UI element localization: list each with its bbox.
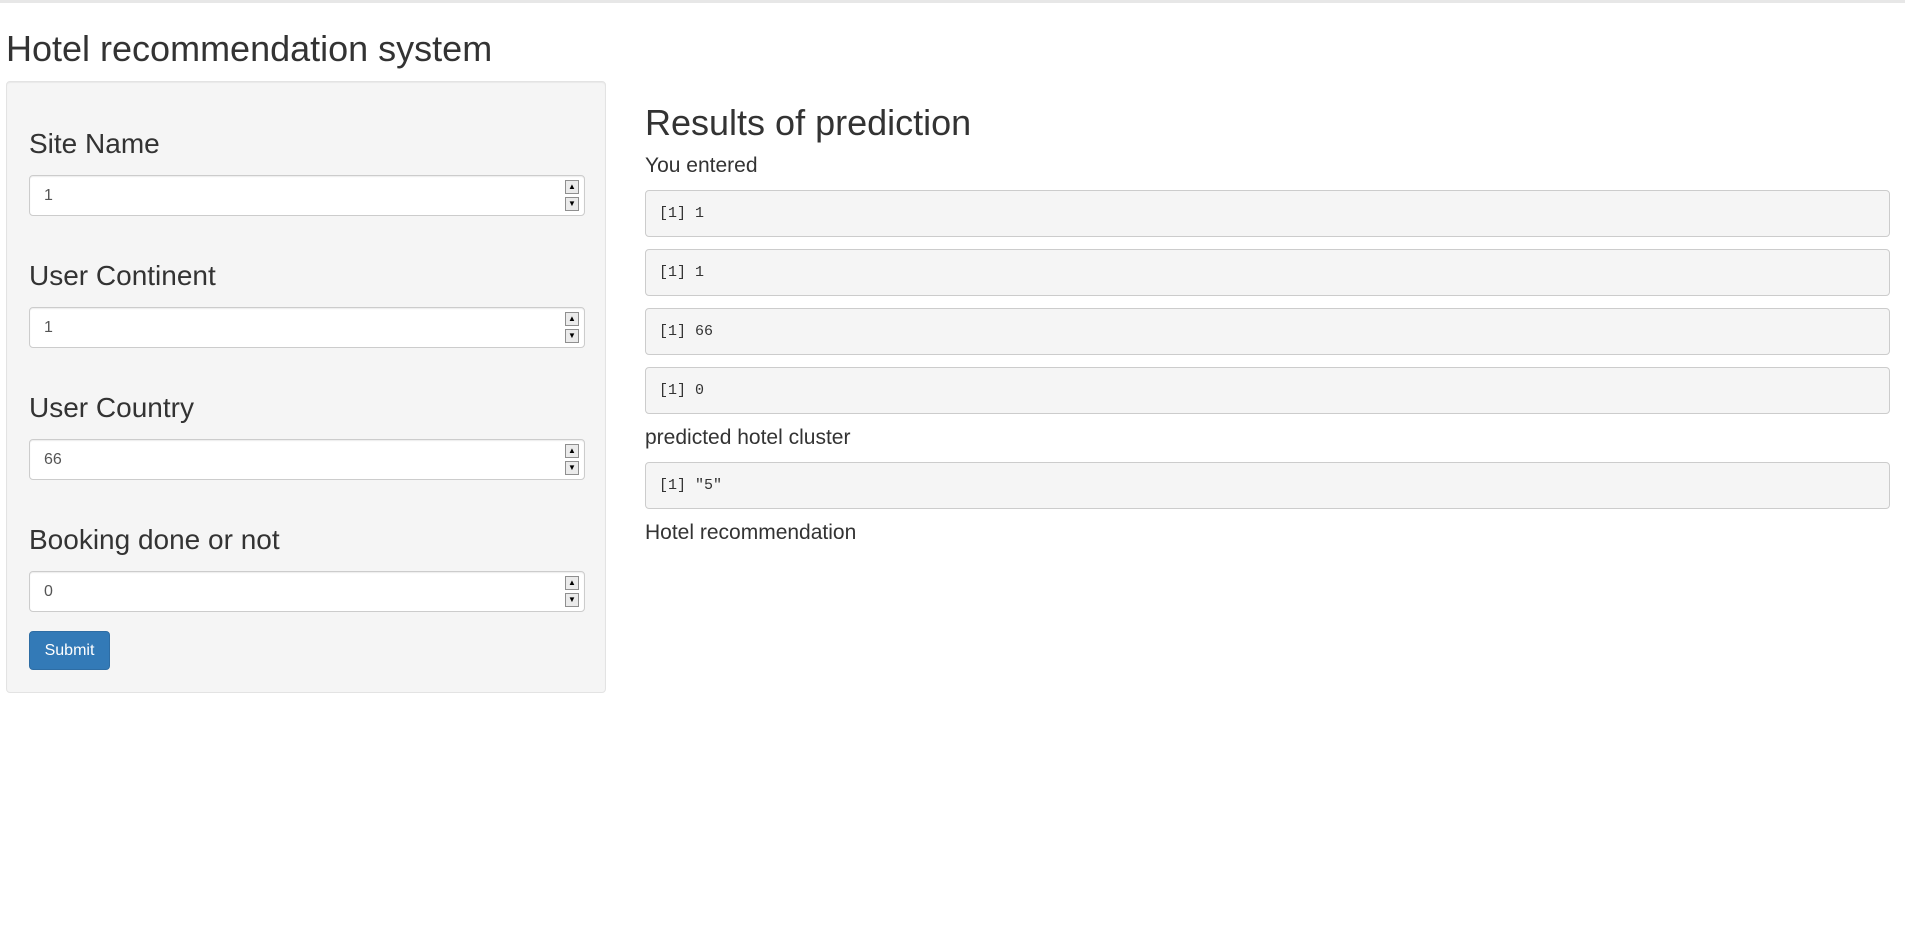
user-continent-spinner: ▲ ▼ [565, 312, 579, 343]
site-name-field: Site Name 1 ▲ ▼ [29, 127, 585, 216]
booking-spinner: ▲ ▼ [565, 576, 579, 607]
user-country-input[interactable]: 66 ▲ ▼ [29, 439, 585, 480]
page: Hotel recommendation system Site Name 1 … [0, 0, 1905, 949]
cluster-label: predicted hotel cluster [645, 426, 851, 449]
user-continent-value: 1 [44, 319, 53, 336]
recommendation-label: Hotel recommendation [645, 521, 857, 544]
spinner-down-icon[interactable]: ▼ [565, 197, 579, 211]
site-name-label: Site Name [29, 128, 160, 159]
spinner-up-icon[interactable]: ▲ [565, 180, 579, 194]
spinner-down-icon[interactable]: ▼ [565, 461, 579, 475]
entered-output-booking: [1] 0 [645, 367, 1890, 414]
user-continent-input[interactable]: 1 ▲ ▼ [29, 307, 585, 348]
site-name-spinner: ▲ ▼ [565, 180, 579, 211]
spinner-down-icon[interactable]: ▼ [565, 593, 579, 607]
spinner-up-icon[interactable]: ▲ [565, 576, 579, 590]
booking-field: Booking done or not 0 ▲ ▼ [29, 523, 585, 612]
app-title: Hotel recommendation system [6, 28, 493, 69]
user-continent-field: User Continent 1 ▲ ▼ [29, 259, 585, 348]
site-name-input[interactable]: 1 ▲ ▼ [29, 175, 585, 216]
booking-value: 0 [44, 583, 53, 600]
site-name-value: 1 [44, 187, 53, 204]
input-panel: Site Name 1 ▲ ▼ User Continent 1 ▲ ▼ Use… [6, 81, 606, 693]
cluster-output: [1] "5" [645, 462, 1890, 509]
entered-output-user-continent: [1] 1 [645, 249, 1890, 296]
user-country-value: 66 [44, 451, 62, 468]
user-continent-label: User Continent [29, 260, 216, 291]
entered-label: You entered [645, 154, 758, 177]
user-country-spinner: ▲ ▼ [565, 444, 579, 475]
submit-button[interactable]: Submit [29, 631, 110, 670]
spinner-up-icon[interactable]: ▲ [565, 444, 579, 458]
booking-label: Booking done or not [29, 524, 280, 555]
results-title: Results of prediction [645, 102, 972, 143]
user-country-field: User Country 66 ▲ ▼ [29, 391, 585, 480]
user-country-label: User Country [29, 392, 194, 423]
spinner-up-icon[interactable]: ▲ [565, 312, 579, 326]
spinner-down-icon[interactable]: ▼ [565, 329, 579, 343]
booking-input[interactable]: 0 ▲ ▼ [29, 571, 585, 612]
entered-output-site-name: [1] 1 [645, 190, 1890, 237]
entered-output-user-country: [1] 66 [645, 308, 1890, 355]
